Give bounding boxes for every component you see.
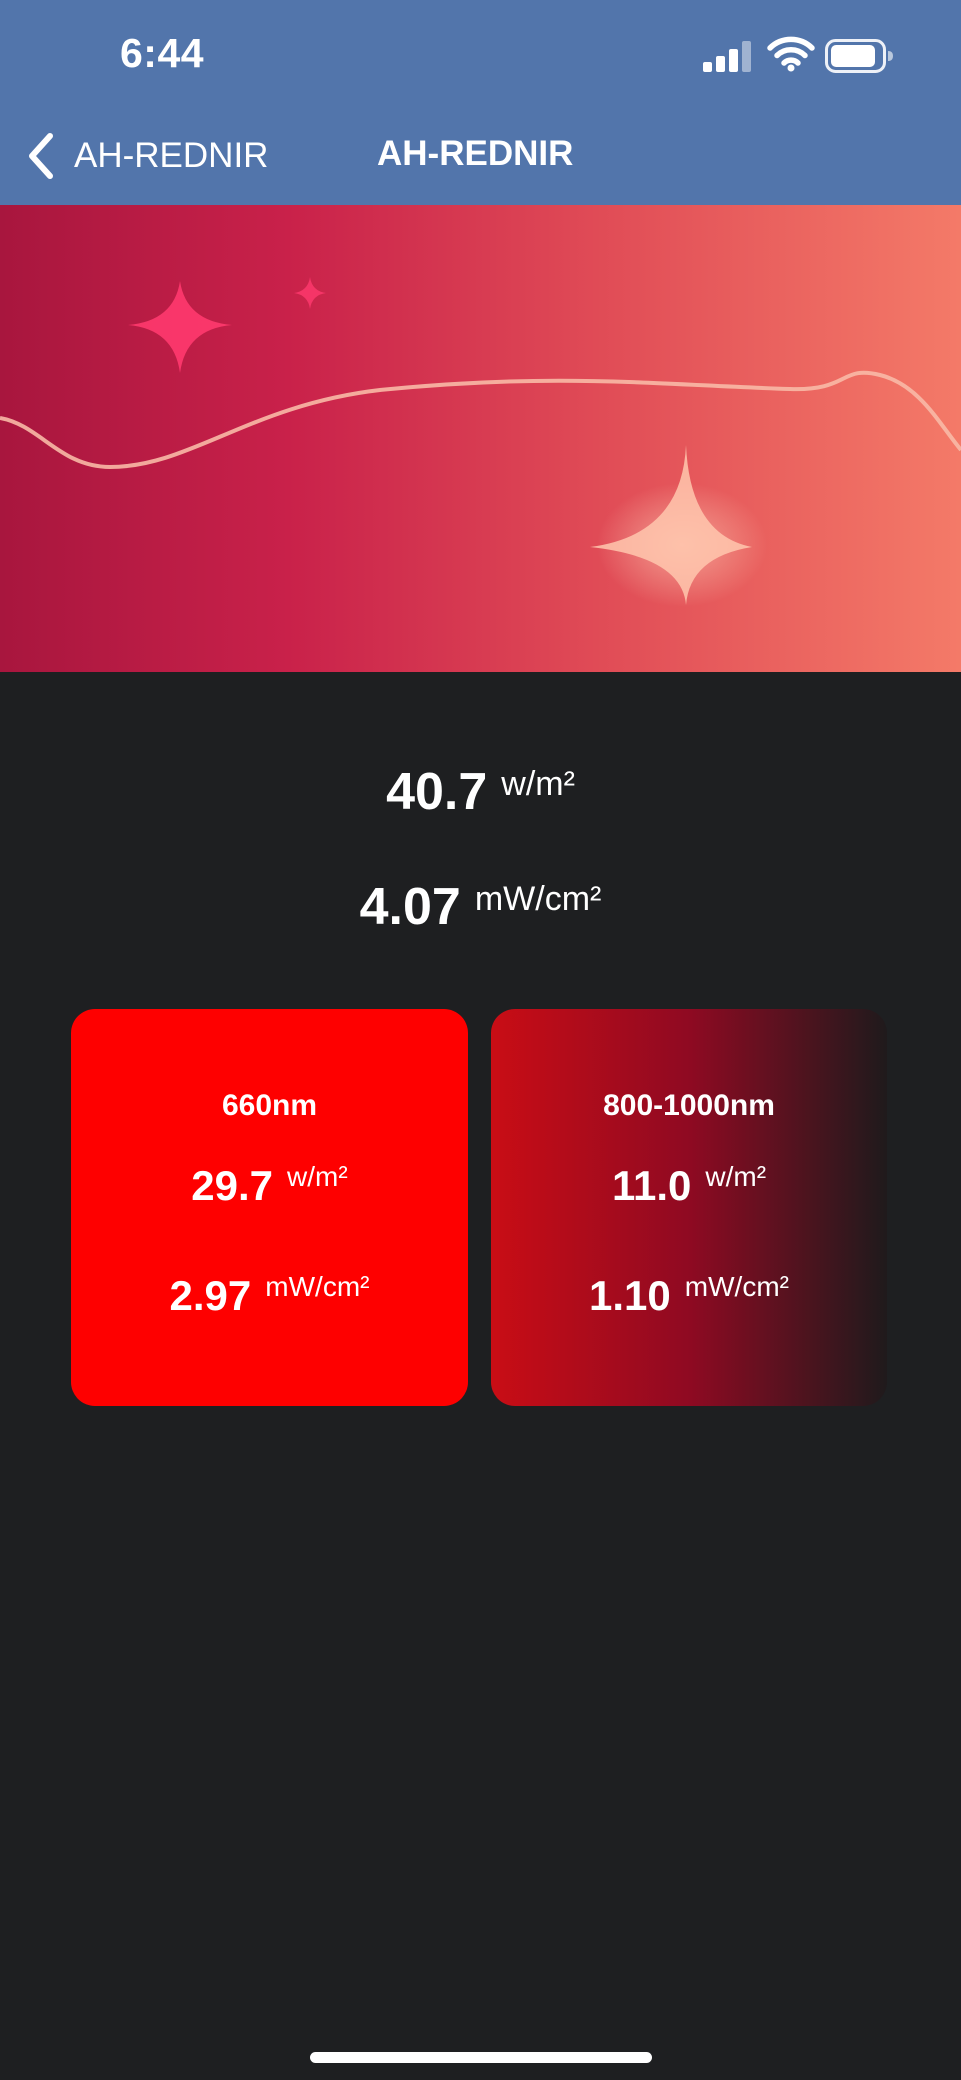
card-power-density-unit: mW/cm² [265, 1271, 370, 1302]
card-800-1000nm: 800-1000nm 11.0 w/m² 1.10 mW/cm² [491, 1009, 887, 1406]
card-irradiance-unit: w/m² [705, 1161, 767, 1192]
page-title: AH-REDNIR [377, 134, 574, 173]
card-irradiance-value: 11.0 [611, 1162, 692, 1209]
total-irradiance-unit: w/m² [501, 765, 575, 803]
card-irradiance-value: 29.7 [191, 1162, 274, 1209]
total-power-density: 4.07 mW/cm² [0, 877, 961, 937]
total-irradiance: 40.7 w/m² [0, 762, 961, 822]
card-wavelength: 660nm [221, 1089, 318, 1122]
back-button-label: AH-REDNIR [74, 136, 269, 175]
total-power-density-value: 4.07 [359, 878, 461, 936]
card-power-density: 1.10 mW/cm² [491, 1271, 887, 1320]
card-irradiance-unit: w/m² [287, 1161, 348, 1192]
cellular-signal-icon [703, 41, 751, 72]
sparkle-icon [294, 277, 326, 309]
battery-icon [825, 39, 893, 73]
card-660nm: 660nm 29.7 w/m² 2.97 mW/cm² [71, 1009, 468, 1406]
card-irradiance: 29.7 w/m² [71, 1161, 468, 1210]
card-power-density-unit: mW/cm² [684, 1271, 789, 1302]
card-wavelength: 800-1000nm [603, 1089, 775, 1122]
header: 6:44 AH-REDNIR AH-REDNIR [0, 0, 961, 205]
card-power-density-value: 1.10 [589, 1272, 671, 1319]
status-time: 6:44 [120, 30, 205, 76]
hero-artwork [0, 277, 961, 607]
chevron-left-icon [29, 133, 53, 179]
total-irradiance-value: 40.7 [386, 763, 488, 821]
hero-banner [0, 205, 961, 672]
card-power-density: 2.97 mW/cm² [71, 1271, 468, 1320]
wave-line [0, 370, 961, 470]
status-icons [693, 36, 893, 78]
back-button[interactable]: AH-REDNIR [22, 128, 268, 184]
total-power-density-unit: mW/cm² [474, 880, 602, 918]
card-irradiance: 11.0 w/m² [491, 1161, 887, 1210]
card-power-density-value: 2.97 [169, 1272, 252, 1319]
wifi-icon [767, 36, 815, 72]
sparkle-icon [128, 281, 232, 373]
home-indicator[interactable] [310, 2052, 652, 2063]
